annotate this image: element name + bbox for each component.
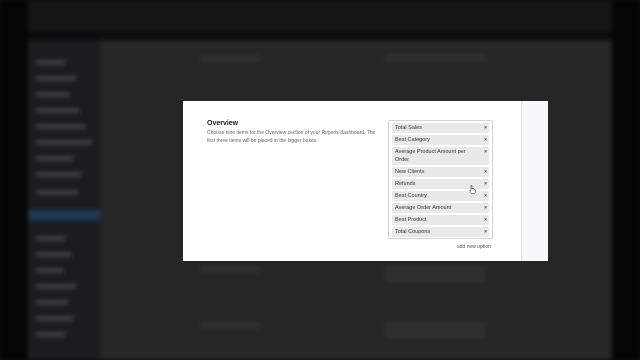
option-label: Average Order Amount bbox=[395, 205, 452, 211]
option-label: New Clients bbox=[395, 169, 425, 175]
panel-side-strip bbox=[521, 101, 548, 261]
option-item[interactable]: Best Product × bbox=[392, 215, 489, 225]
background-sidebar bbox=[28, 40, 100, 360]
background-topbar bbox=[28, 0, 612, 32]
overview-settings-panel: Overview Choose nine items for the Overv… bbox=[183, 101, 548, 261]
option-label: Best Product bbox=[395, 217, 427, 223]
option-label: Best Category bbox=[395, 137, 430, 143]
remove-option-icon[interactable]: × bbox=[484, 192, 487, 200]
remove-option-icon[interactable]: × bbox=[484, 168, 487, 176]
overview-options-list[interactable]: Total Sales × Best Category × Average Pr… bbox=[388, 120, 493, 239]
remove-option-icon[interactable]: × bbox=[484, 228, 487, 236]
option-label: Total Coupons bbox=[395, 229, 431, 235]
option-item[interactable]: New Clients × bbox=[392, 167, 489, 177]
option-item[interactable]: Total Coupons × bbox=[392, 227, 489, 237]
option-item[interactable]: Best Category × bbox=[392, 135, 489, 145]
remove-option-icon[interactable]: × bbox=[484, 124, 487, 132]
remove-option-icon[interactable]: × bbox=[484, 216, 487, 224]
option-label: Refunds bbox=[395, 181, 416, 187]
option-label: Average Product Amount per Order bbox=[395, 149, 466, 163]
remove-option-icon[interactable]: × bbox=[484, 180, 487, 188]
option-label: Total Sales bbox=[395, 125, 422, 131]
hand-cursor-icon bbox=[469, 185, 476, 194]
option-item[interactable]: Total Sales × bbox=[392, 123, 489, 133]
option-item[interactable]: Average Order Amount × bbox=[392, 203, 489, 213]
remove-option-icon[interactable]: × bbox=[484, 136, 487, 144]
add-new-option-link[interactable]: add new option bbox=[457, 244, 491, 250]
option-label: Best Country bbox=[395, 193, 427, 199]
section-description: Choose nine items for the Overview secti… bbox=[207, 130, 376, 144]
option-item[interactable]: Average Product Amount per Order × bbox=[392, 147, 489, 165]
section-title: Overview bbox=[207, 120, 239, 127]
remove-option-icon[interactable]: × bbox=[484, 204, 487, 212]
remove-option-icon[interactable]: × bbox=[484, 148, 487, 156]
